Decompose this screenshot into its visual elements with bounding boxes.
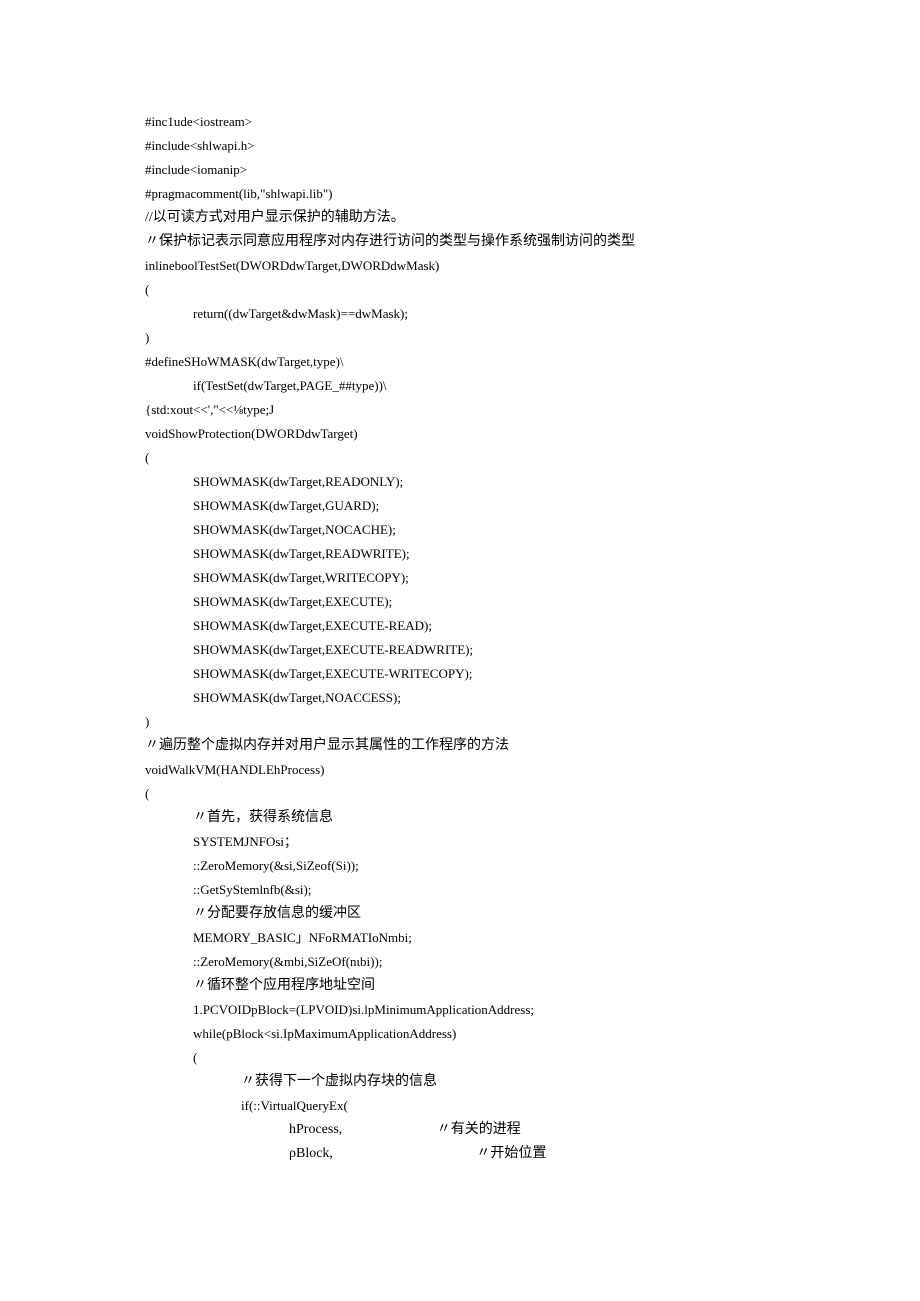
code-line: if(::VirtualQueryEx( [145, 1094, 785, 1118]
code-line: voidShowProtection(DWORDdwTarget) [145, 422, 785, 446]
code-line: 〃分配要存放信息的缓冲区 [145, 902, 785, 926]
code-line: SHOWMASK(dwTarget,GUARD); [145, 494, 785, 518]
code-line: MEMORY_BASIC」NFoRMATIoNmbi; [145, 926, 785, 950]
code-line: SHOWMASK(dwTarget,WRITECOPY); [145, 566, 785, 590]
code-line: #include<iomanip> [145, 158, 785, 182]
code-line: ( [145, 1046, 785, 1070]
code-line: ) [145, 326, 785, 350]
code-line: 〃循环整个应用程序地址空间 [145, 974, 785, 998]
code-line: #defineSHoWMASK(dwTarget,type)\ [145, 350, 785, 374]
code-line: #include<shlwapi.h> [145, 134, 785, 158]
code-line: return((dwTarget&dwMask)==dwMask); [145, 302, 785, 326]
code-line: //以可读方式对用户显示保护的辅助方法。 [145, 206, 785, 230]
code-line: SYSTEMJNFOsi； [145, 830, 785, 854]
code-line: ::ZeroMemory(&mbi,SiZeOf(nιbi)); [145, 950, 785, 974]
code-listing: #inc1ude<iostream>#include<shlwapi.h>#in… [145, 110, 785, 1166]
code-line: 1.PCVOIDpBlock=(LPVOID)si.lpMinimumAppli… [145, 998, 785, 1022]
code-line: 〃保护标记表示同意应用程序对内存进行访问的类型与操作系统强制访问的类型 [145, 230, 785, 254]
code-line: {std:xout<<',"<<⅛type;J [145, 398, 785, 422]
document-page: #inc1ude<iostream>#include<shlwapi.h>#in… [0, 0, 785, 1166]
code-line: hProcess, 〃有关的进程 [145, 1118, 785, 1142]
code-line: while(pBlock<si.IpMaximumApplicationAddr… [145, 1022, 785, 1046]
code-line: 〃遍历整个虚拟内存并对用户显示其属性的工作程序的方法 [145, 734, 785, 758]
code-line: ::GetSyStemlnfb(&si); [145, 878, 785, 902]
code-line: SHOWMASK(dwTarget,NOCACHE); [145, 518, 785, 542]
code-line: ) [145, 710, 785, 734]
code-line: ( [145, 278, 785, 302]
code-line: SHOWMASK(dwTarget,EXECUTE-READWRITE); [145, 638, 785, 662]
code-line: SHOWMASK(dwTarget,EXECUTE); [145, 590, 785, 614]
code-line: 〃首先，获得系统信息 [145, 806, 785, 830]
code-line: ρBlock, 〃开始位置 [145, 1142, 785, 1166]
code-line: if(TestSet(dwTarget,PAGE_##type))\ [145, 374, 785, 398]
code-line: ( [145, 446, 785, 470]
code-line: #inc1ude<iostream> [145, 110, 785, 134]
code-line: voidWalkVM(HANDLEhProcess) [145, 758, 785, 782]
code-line: 〃获得下一个虚拟内存块的信息 [145, 1070, 785, 1094]
code-line: SHOWMASK(dwTarget,READONLY); [145, 470, 785, 494]
code-line: SHOWMASK(dwTarget,READWRITE); [145, 542, 785, 566]
code-line: ( [145, 782, 785, 806]
code-line: ::ZeroMemory(&si,SiZeof(Si)); [145, 854, 785, 878]
code-line: inlineboolTestSet(DWORDdwTarget,DWORDdwM… [145, 254, 785, 278]
code-line: SHOWMASK(dwTarget,NOACCESS); [145, 686, 785, 710]
code-line: #pragmacomment(lib,"shlwapi.lib") [145, 182, 785, 206]
code-line: SHOWMASK(dwTarget,EXECUTE-WRITECOPY); [145, 662, 785, 686]
code-line: SHOWMASK(dwTarget,EXECUTE-READ); [145, 614, 785, 638]
